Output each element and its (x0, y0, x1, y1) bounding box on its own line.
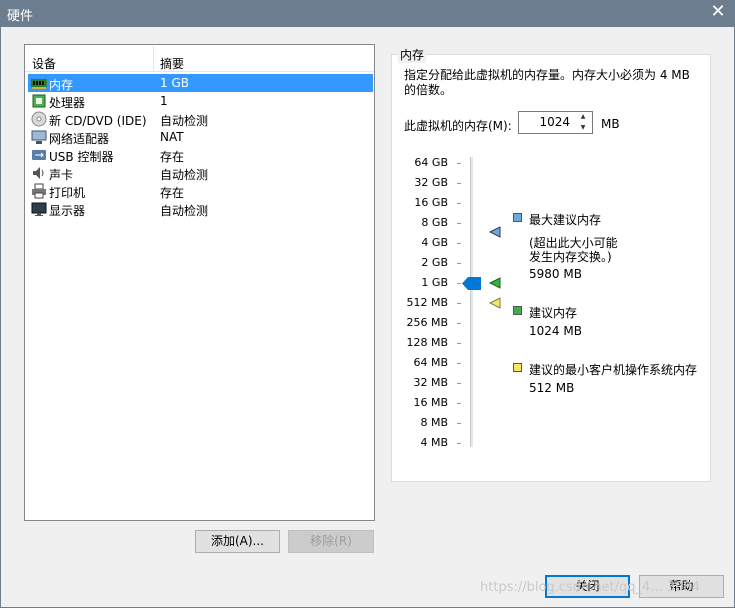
remove-device-button[interactable]: 移除(R) (288, 530, 374, 553)
scale-tick-label: 64 GB (414, 156, 448, 169)
scale-tick-mark (457, 283, 461, 284)
max-recommended-value: 5980 MB (529, 267, 582, 281)
memory-slider-thumb[interactable] (462, 277, 481, 290)
sound-card-icon (33, 167, 44, 179)
scale-tick-label: 2 GB (421, 256, 448, 269)
device-name: USB 控制器 (49, 150, 114, 164)
max-recommended-note-2: 发生内存交换。) (529, 250, 612, 264)
column-header-summary[interactable]: 摘要 (160, 55, 184, 72)
scale-tick-label: 8 MB (420, 416, 448, 429)
device-row-display[interactable]: 显示器 自动检测 (28, 200, 373, 218)
device-summary: 自动检测 (160, 204, 209, 218)
scale-tick-mark (457, 303, 461, 304)
min-recommended-marker-icon (489, 297, 501, 309)
scale-tick-label: 4 GB (421, 236, 448, 249)
memory-field-label: 此虚拟机的内存(M): (404, 119, 512, 133)
column-header-device[interactable]: 设备 (32, 55, 56, 72)
scale-tick-label: 64 MB (413, 356, 448, 369)
device-summary: NAT (160, 130, 184, 144)
scale-tick-label: 32 MB (413, 376, 448, 389)
watermark: https://blog.csdn.net/qq_4... 3084 (480, 580, 700, 595)
min-recommended-value: 512 MB (529, 381, 575, 395)
device-name: 打印机 (49, 186, 86, 200)
scale-tick-label: 1 GB (421, 276, 448, 289)
scale-tick-label: 16 MB (413, 396, 448, 409)
min-legend-swatch (513, 363, 522, 372)
column-separator[interactable] (153, 46, 154, 71)
recommended-marker-icon (489, 277, 501, 289)
device-row-sound-card[interactable]: 声卡 自动检测 (28, 164, 373, 182)
close-icon[interactable]: ✕ (709, 2, 727, 22)
min-recommended-label: 建议的最小客户机操作系统内存 (529, 363, 698, 377)
scale-tick-label: 8 GB (421, 216, 448, 229)
add-device-button[interactable]: 添加(A)... (195, 530, 280, 553)
device-summary: 自动检测 (160, 114, 209, 128)
device-name: 声卡 (49, 168, 74, 182)
device-summary: 1 GB (160, 76, 189, 90)
usb-icon (32, 150, 46, 160)
memory-slider-track[interactable] (470, 157, 473, 447)
device-name: 显示器 (49, 204, 86, 218)
window-title: 硬件 (7, 9, 34, 24)
processor-icon (32, 94, 46, 108)
device-name: 处理器 (49, 96, 86, 110)
device-summary: 存在 (160, 186, 185, 200)
max-recommended-marker-icon (489, 226, 501, 238)
device-summary: 存在 (160, 150, 185, 164)
memory-spinbox[interactable]: 1024 ▲ ▼ (518, 111, 593, 134)
device-row-processor[interactable]: 处理器 1 (28, 92, 373, 110)
device-row-cd-dvd[interactable]: 新 CD/DVD (IDE) 自动检测 (28, 110, 373, 128)
scale-tick-label: 16 GB (414, 196, 448, 209)
scale-tick-mark (457, 243, 461, 244)
scale-tick-label: 32 GB (414, 176, 448, 189)
memory-unit: MB (601, 117, 620, 131)
scale-tick-mark (457, 443, 461, 444)
cd-dvd-icon (31, 111, 47, 127)
scale-tick-mark (457, 403, 461, 404)
recommended-legend-swatch (513, 306, 522, 315)
display-icon (31, 202, 47, 216)
scale-tick-mark (457, 363, 461, 364)
device-row-network-adapter[interactable]: 网络适配器 NAT (28, 128, 373, 146)
device-list-header: 设备 摘要 (25, 45, 374, 72)
scale-tick-label: 128 MB (406, 336, 448, 349)
recommended-value: 1024 MB (529, 324, 582, 338)
device-name: 网络适配器 (49, 132, 110, 146)
device-summary: 1 (160, 94, 168, 108)
device-name: 内存 (49, 78, 74, 92)
device-list[interactable]: 设备 摘要 内存 1 GB 处理器 1 新 CD/DVD (IDE) 自动检测 … (24, 44, 375, 521)
recommended-label: 建议内存 (529, 306, 578, 320)
device-name: 新 CD/DVD (IDE) (49, 114, 147, 128)
scale-tick-mark (457, 323, 461, 324)
printer-icon (32, 183, 46, 199)
device-summary: 自动检测 (160, 168, 209, 182)
scale-tick-mark (457, 203, 461, 204)
scale-tick-mark (457, 383, 461, 384)
scale-tick-mark (457, 343, 461, 344)
scale-tick-label: 512 MB (406, 296, 448, 309)
device-row-printer[interactable]: 打印机 存在 (28, 182, 373, 200)
max-legend-swatch (513, 213, 522, 222)
memory-group-title: 内存 (398, 46, 427, 63)
memory-icon (31, 79, 47, 89)
scale-tick-label: 256 MB (406, 316, 448, 329)
device-row-memory[interactable]: 内存 1 GB (28, 74, 373, 92)
max-recommended-label: 最大建议内存 (529, 213, 602, 227)
spin-down-icon[interactable]: ▼ (575, 123, 591, 133)
network-adapter-icon (31, 130, 47, 144)
scale-tick-label: 4 MB (420, 436, 448, 449)
scale-tick-mark (457, 423, 461, 424)
scale-tick-mark (457, 183, 461, 184)
memory-value[interactable]: 1024 (539, 115, 570, 129)
device-row-usb-controller[interactable]: USB 控制器 存在 (28, 146, 373, 164)
spin-up-icon[interactable]: ▲ (575, 112, 591, 122)
title-bar: 硬件 ✕ (0, 0, 735, 27)
scale-tick-mark (457, 163, 461, 164)
scale-tick-mark (457, 263, 461, 264)
scale-tick-mark (457, 223, 461, 224)
memory-description: 指定分配给此虚拟机的内存量。内存大小必须为 4 MB 的倍数。 (404, 68, 690, 97)
